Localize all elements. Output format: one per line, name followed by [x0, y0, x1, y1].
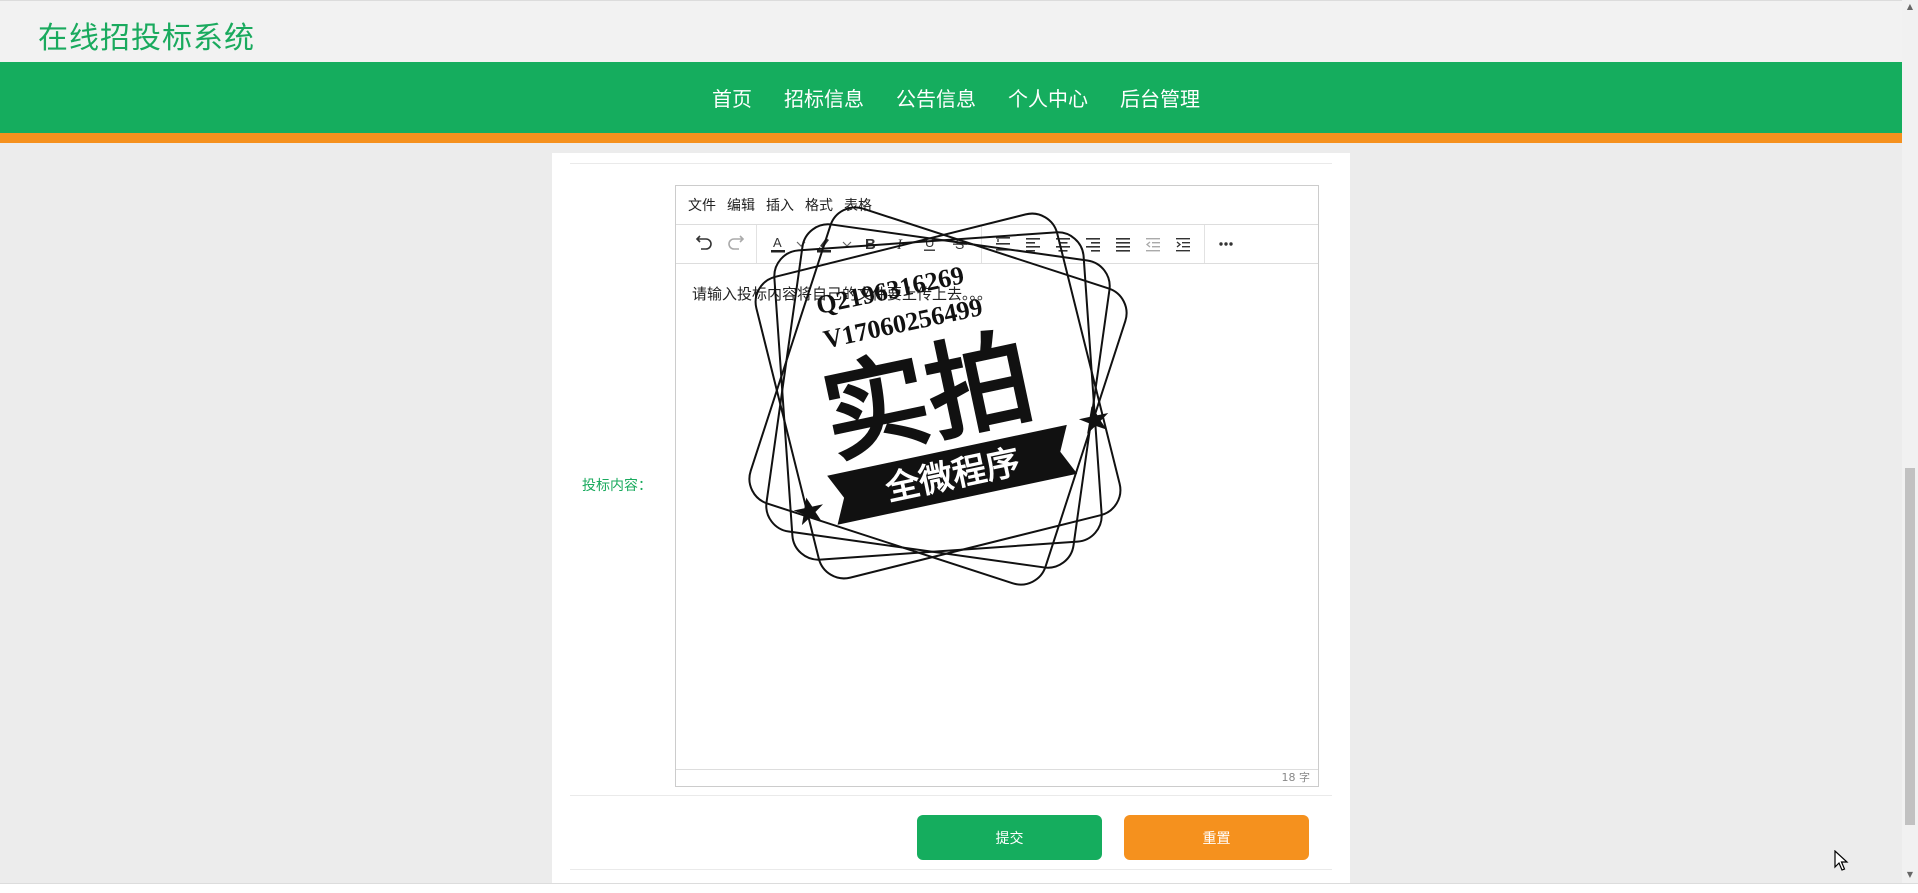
nav-item-admin[interactable]: 后台管理 [1104, 83, 1216, 112]
bold-icon[interactable]: B [855, 229, 885, 259]
nav-item-personal-center[interactable]: 个人中心 [992, 83, 1104, 112]
menu-edit[interactable]: 编辑 [725, 195, 764, 215]
svg-text:I: I [896, 237, 903, 253]
align-center-icon[interactable] [1048, 229, 1078, 259]
history-group [684, 225, 757, 263]
more-icon[interactable] [1211, 229, 1241, 259]
rich-text-editor: 文件 编辑 插入 格式 表格 A B I U S 请输入投标内容将自己的文件要上… [675, 185, 1319, 787]
site-title[interactable]: 在线招投标系统 [38, 13, 255, 57]
reset-button[interactable]: 重置 [1124, 815, 1309, 860]
align-left-icon[interactable] [1018, 229, 1048, 259]
scroll-thumb[interactable] [1905, 468, 1915, 825]
editor-toolbar: A B I U S [676, 225, 1318, 264]
window-bottom-edge [0, 883, 1918, 893]
menu-table[interactable]: 表格 [842, 195, 881, 215]
editor-statusbar: 18 字 [676, 769, 1318, 786]
nav-menu: 首页 招标信息 公告信息 个人中心 后台管理 [0, 62, 1902, 133]
editor-content-area[interactable]: 请输入投标内容将自己的文件要上传上去。。。 [676, 265, 1318, 770]
editor-body-text: 请输入投标内容将自己的文件要上传上去。。。 [692, 285, 993, 303]
main-navbar: 首页 招标信息 公告信息 个人中心 后台管理 [0, 62, 1902, 143]
align-justify-icon[interactable] [1108, 229, 1138, 259]
mouse-cursor-icon [1834, 850, 1849, 871]
format-group: A B I U S [757, 225, 982, 263]
svg-text:U: U [925, 235, 934, 250]
scroll-up-arrow-icon[interactable]: ▲ [1905, 2, 1915, 12]
more-group [1205, 225, 1247, 263]
menu-format[interactable]: 格式 [803, 195, 842, 215]
scroll-down-arrow-icon[interactable]: ▼ [1905, 870, 1915, 880]
line-height-icon[interactable] [988, 229, 1018, 259]
highlight-icon[interactable] [809, 229, 839, 259]
word-count: 18 字 [1281, 771, 1311, 784]
svg-text:B: B [865, 236, 876, 253]
align-right-icon[interactable] [1078, 229, 1108, 259]
outdent-icon[interactable] [1138, 229, 1168, 259]
align-group [982, 225, 1205, 263]
divider [570, 163, 1332, 164]
strikethrough-icon[interactable]: S [945, 229, 975, 259]
page-scrollbar[interactable]: ▲ ▼ [1902, 0, 1918, 883]
underline-icon[interactable]: U [915, 229, 945, 259]
chevron-down-icon[interactable] [839, 229, 855, 259]
divider [570, 795, 1332, 796]
nav-item-announcements[interactable]: 公告信息 [880, 83, 992, 112]
text-color-icon[interactable]: A [763, 229, 793, 259]
divider [570, 869, 1332, 870]
content-field-label: 投标内容： [582, 478, 652, 494]
nav-item-home[interactable]: 首页 [696, 83, 768, 112]
undo-icon[interactable] [690, 229, 720, 259]
form-panel: 投标内容： 文件 编辑 插入 格式 表格 A B I U S 请输入投标内容将自… [552, 153, 1350, 883]
chevron-down-icon[interactable] [793, 229, 809, 259]
redo-icon[interactable] [720, 229, 750, 259]
top-header: 在线招投标系统 [0, 0, 1902, 62]
svg-text:A: A [773, 235, 782, 250]
nav-item-tenders[interactable]: 招标信息 [768, 83, 880, 112]
menu-insert[interactable]: 插入 [764, 195, 803, 215]
indent-icon[interactable] [1168, 229, 1198, 259]
menu-file[interactable]: 文件 [686, 195, 725, 215]
italic-icon[interactable]: I [885, 229, 915, 259]
submit-button[interactable]: 提交 [917, 815, 1102, 860]
editor-menubar: 文件 编辑 插入 格式 表格 [676, 186, 1318, 225]
